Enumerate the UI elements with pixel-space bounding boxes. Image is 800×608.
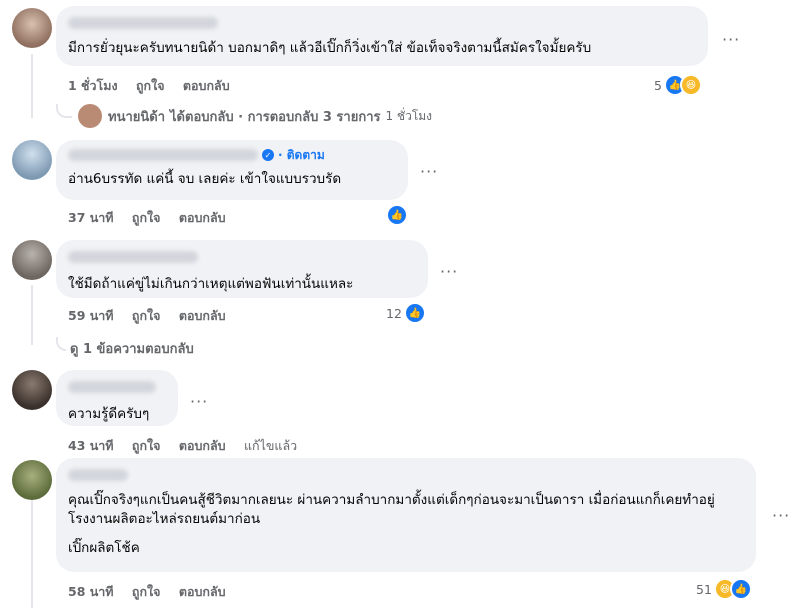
thread-line [31, 285, 33, 345]
more-options-button[interactable]: ··· [190, 392, 208, 411]
comment-actions: 59 นาที ถูกใจ ตอบกลับ [68, 306, 240, 326]
reply-button[interactable]: ตอบกลับ [179, 210, 226, 225]
reply-button[interactable]: ตอบกลับ [179, 438, 226, 453]
comment-bubble: ✓ · ติดตาม อ่าน6บรรทัด แค่นี้ จบ เลยค่ะ … [56, 140, 408, 200]
comment-text: ความรู้ดีครับๆ [68, 406, 150, 422]
reaction-summary[interactable]: 👍 [384, 204, 408, 226]
like-icon: 👍 [403, 302, 426, 324]
follow-button[interactable]: · ติดตาม [278, 146, 325, 165]
like-button[interactable]: ถูกใจ [132, 308, 161, 323]
avatar[interactable] [12, 460, 52, 500]
comment-time[interactable]: 43 นาที [68, 438, 114, 453]
view-replies-text[interactable]: ดู 1 ข้อความตอบกลับ [70, 338, 194, 359]
reaction-count: 12 [386, 305, 402, 321]
reply-button[interactable]: ตอบกลับ [183, 78, 230, 93]
like-button[interactable]: ถูกใจ [132, 584, 161, 599]
avatar[interactable] [12, 140, 52, 180]
reaction-summary[interactable]: 12 👍 [386, 302, 426, 324]
more-options-button[interactable]: ··· [722, 30, 740, 49]
comment-time[interactable]: 37 นาที [68, 210, 114, 225]
reaction-count: 51 [696, 581, 712, 597]
commenter-name[interactable] [68, 17, 218, 29]
comment-actions: 37 นาที ถูกใจ ตอบกลับ [68, 208, 240, 228]
commenter-name[interactable] [68, 381, 156, 393]
like-button[interactable]: ถูกใจ [136, 78, 165, 93]
replies-summary-text: ได้ตอบกลับ · การตอบกลับ 3 รายการ [170, 109, 381, 125]
comment-actions: 58 นาที ถูกใจ ตอบกลับ [68, 582, 240, 602]
comment-text: มีการยั่วยุนะครับทนายนิด้า บอกมาดิๆ แล้ว… [68, 40, 592, 56]
thread-line [31, 500, 33, 608]
reply-button[interactable]: ตอบกลับ [179, 308, 226, 323]
reply-button[interactable]: ตอบกลับ [179, 584, 226, 599]
more-options-button[interactable]: ··· [772, 506, 790, 525]
more-options-button[interactable]: ··· [440, 262, 458, 281]
comment-text: อ่าน6บรรทัด แค่นี้ จบ เลยค่ะ เข้าใจแบบรว… [68, 171, 342, 187]
comment-bubble: คุณเปิ๊กจริงๆแกเป็นคนสู้ชีวิตมากเลยนะ ผ่… [56, 458, 756, 572]
replier-avatar [78, 104, 102, 128]
thread-line [31, 54, 33, 118]
commenter-name[interactable] [68, 251, 198, 263]
replier-name: ทนายนิด้า [108, 109, 166, 125]
like-icon: 👍 [729, 578, 752, 600]
like-button[interactable]: ถูกใจ [132, 438, 161, 453]
like-icon: 👍 [386, 204, 408, 226]
commenter-name[interactable] [68, 149, 258, 161]
comment-bubble: ใช้มีดถ้าแค่ขู่ไม่เกินกว่าเหตุแต่พอฟันเท… [56, 240, 428, 298]
verified-icon: ✓ [262, 149, 274, 161]
avatar[interactable] [12, 8, 52, 48]
comment-text-line2: เปิ๊กผลิตโช้ค [68, 540, 140, 556]
avatar[interactable] [12, 370, 52, 410]
comment-time[interactable]: 58 นาที [68, 584, 114, 599]
commenter-name[interactable] [68, 469, 128, 481]
view-replies-link[interactable]: ดู 1 ข้อความตอบกลับ [56, 336, 194, 359]
avatar[interactable] [12, 240, 52, 280]
comment-actions: 43 นาที ถูกใจ ตอบกลับ แก้ไขแล้ว [68, 436, 311, 456]
comment-text: คุณเปิ๊กจริงๆแกเป็นคนสู้ชีวิตมากเลยนะ ผ่… [68, 492, 715, 527]
comment-actions: 1 ชั่วโมง ถูกใจ ตอบกลับ [68, 76, 244, 96]
edited-label: แก้ไขแล้ว [243, 438, 298, 453]
comment-time[interactable]: 1 ชั่วโมง [68, 78, 118, 93]
haha-icon: 😆 [679, 74, 702, 96]
replies-summary[interactable]: ทนายนิด้า ได้ตอบกลับ · การตอบกลับ 3 รายก… [56, 104, 432, 128]
reaction-count: 5 [654, 77, 662, 93]
comment-bubble: ความรู้ดีครับๆ [56, 370, 178, 426]
comment-time[interactable]: 59 นาที [68, 308, 114, 323]
reaction-summary[interactable]: 51 😆 👍 [696, 578, 752, 600]
replies-summary-time: 1 ชั่วโมง [385, 108, 433, 123]
comment-text: ใช้มีดถ้าแค่ขู่ไม่เกินกว่าเหตุแต่พอฟันเท… [68, 276, 354, 292]
like-button[interactable]: ถูกใจ [132, 210, 161, 225]
more-options-button[interactable]: ··· [420, 162, 438, 181]
reaction-summary[interactable]: 5 👍 😆 [654, 74, 702, 96]
comment-bubble: มีการยั่วยุนะครับทนายนิด้า บอกมาดิๆ แล้ว… [56, 6, 708, 66]
